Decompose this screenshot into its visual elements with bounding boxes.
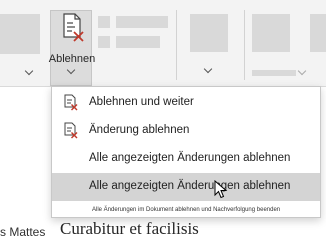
ribbon-placeholder-button[interactable] xyxy=(190,14,228,52)
chevron-down-icon[interactable] xyxy=(66,65,76,75)
ribbon-placeholder-button[interactable] xyxy=(252,14,290,52)
ribbon-placeholder-button[interactable] xyxy=(310,14,326,52)
menu-item-label: Änderung ablehnen xyxy=(89,124,190,136)
menu-item-reject-all-shown[interactable]: Alle angezeigten Änderungen ablehnen xyxy=(52,145,320,173)
menu-item-reject-all-shown-highlighted[interactable]: Alle angezeigten Änderungen ablehnen xyxy=(52,173,320,201)
reject-change-icon xyxy=(64,122,78,139)
menu-item-label: Alle angezeigten Änderungen ablehnen xyxy=(89,180,291,192)
document-body-text: Curabitur et facilisis xyxy=(60,219,199,238)
chevron-down-icon[interactable] xyxy=(24,66,34,76)
ribbon-placeholder-label xyxy=(116,16,168,28)
menu-item-reject-and-next[interactable]: Ablehnen und weiter xyxy=(52,89,320,117)
ribbon-placeholder-icon[interactable] xyxy=(98,16,110,28)
ribbon-placeholder-icon[interactable] xyxy=(98,36,110,48)
reject-button-label: Ablehnen xyxy=(48,53,96,65)
ribbon-placeholder-button[interactable] xyxy=(0,14,40,54)
reject-dropdown-menu: Ablehnen und weiter Änderung ablehnen Al… xyxy=(51,86,321,218)
ribbon-separator xyxy=(176,10,177,80)
reject-change-icon xyxy=(64,94,78,111)
ribbon-placeholder-label xyxy=(252,70,296,76)
ribbon-separator xyxy=(244,10,245,80)
ribbon: Ablehnen xyxy=(0,0,326,87)
ribbon-placeholder-label xyxy=(116,36,160,48)
document-author-fragment: s Mattes xyxy=(0,225,46,239)
menu-item-reject-change[interactable]: Änderung ablehnen xyxy=(52,117,320,145)
menu-item-label: Ablehnen und weiter xyxy=(89,96,194,108)
chevron-down-icon[interactable] xyxy=(297,66,307,76)
reject-change-icon xyxy=(63,13,84,42)
mouse-cursor-icon xyxy=(214,180,228,199)
menu-item-label: Alle angezeigten Änderungen ablehnen xyxy=(89,152,291,164)
menu-footer-note[interactable]: Alle Änderungen im Dokument ablehnen und… xyxy=(92,207,280,213)
reject-button[interactable]: Ablehnen xyxy=(49,10,95,86)
chevron-down-icon[interactable] xyxy=(203,64,213,74)
